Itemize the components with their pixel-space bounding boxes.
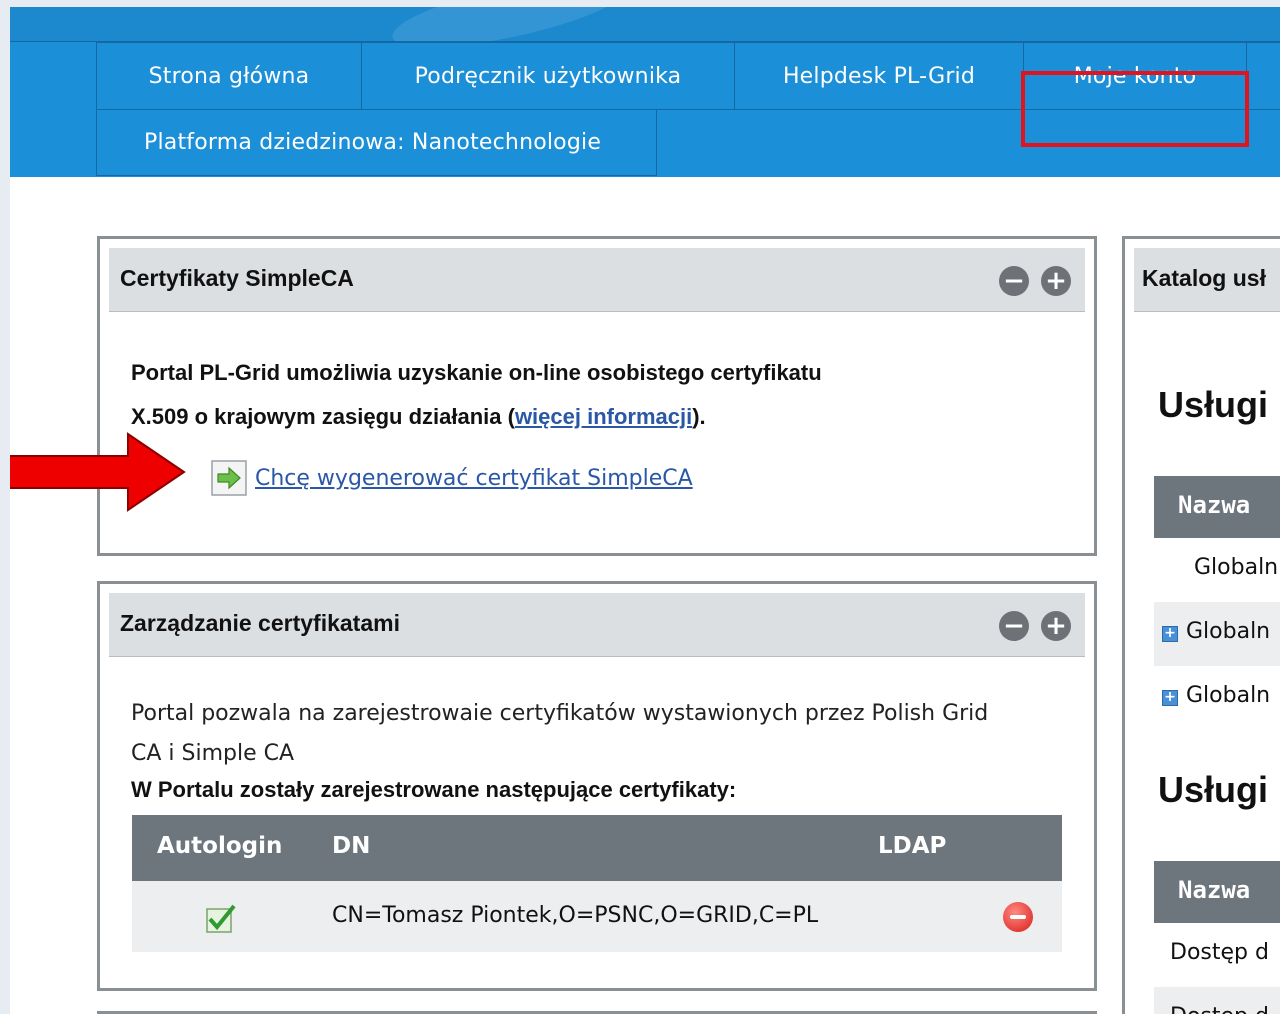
col-autologin: Autologin [157,833,283,859]
intro-line: Portal PL-Grid umożliwia uzyskanie on-li… [131,360,822,385]
services-table-header: Nazwa [1154,861,1280,923]
desc-line: CA i Simple CA [131,741,295,766]
generate-certificate-link[interactable]: Chcę wygenerować certyfikat SimpleCA [255,466,693,491]
minimize-icon[interactable]: − [999,611,1029,641]
green-arrow-icon [211,460,247,496]
cert-table-header: Autologin DN LDAP [132,815,1062,881]
col-name: Nazwa [1178,876,1251,904]
list-item: Globaln [1154,538,1280,603]
nav-tab-label: Moje konto [1073,63,1197,89]
registered-heading: W Portalu zostały zarejestrowane następu… [131,777,737,802]
nav-tab-label: Platforma dziedzinowa: Nanotechnologie [144,130,602,155]
list-item: Dostęp d [1154,923,1280,987]
more-info-link[interactable]: więcej informacji [515,404,692,429]
checkmark-icon [206,904,236,933]
main-navigation: Strona główna Podręcznik użytkownika Hel… [10,41,1280,177]
list-item-label: Dostęp d [1170,940,1269,965]
nav-tab-helpdesk[interactable]: Helpdesk PL-Grid [734,42,1024,110]
col-name: Nazwa [1178,491,1251,519]
portlet-title: Certyfikaty SimpleCA [120,265,354,291]
nav-tab-nanotech[interactable]: Platforma dziedzinowa: Nanotechnologie [96,109,657,176]
section-heading: Usługi [1158,384,1269,425]
page-canvas: Strona główna Podręcznik użytkownika Hel… [10,7,1280,1014]
portlet-header: Zarządzanie certyfikatami − + [109,593,1085,657]
services-table-header: Nazwa [1154,476,1280,538]
portlet-title: Zarządzanie certyfikatami [120,610,400,636]
col-ldap: LDAP [878,833,947,859]
intro-text: X.509 o krajowym zasięgu działania ( [131,404,515,429]
cert-table: Autologin DN LDAP CN=Tomasz Piontek,O=PS… [132,815,1062,952]
simpleca-intro: Portal PL-Grid umożliwia uzyskanie on-li… [131,351,822,439]
cert-management-portlet: Zarządzanie certyfikatami − + Portal poz… [97,581,1097,991]
table-row: CN=Tomasz Piontek,O=PSNC,O=GRID,C=PL [132,881,1062,952]
nav-tab-my-account[interactable]: Moje konto [1023,42,1247,110]
cert-dn: CN=Tomasz Piontek,O=PSNC,O=GRID,C=PL [332,903,819,928]
intro-line: X.509 o krajowym zasięgu działania (więc… [131,395,822,439]
section-heading: Usługi [1158,769,1269,810]
pointer-arrow [10,432,186,512]
col-dn: DN [332,833,371,859]
portlet-header: Katalog usł [1134,248,1280,312]
expand-icon[interactable]: + [1162,690,1178,706]
maximize-icon[interactable]: + [1041,611,1071,641]
minimize-icon[interactable]: − [999,266,1029,296]
list-item[interactable]: + Globaln [1154,666,1280,730]
nav-tab-label: Strona główna [148,63,310,89]
expand-icon[interactable]: + [1162,626,1178,642]
list-item-label: Globaln [1186,683,1271,708]
maximize-icon[interactable]: + [1041,266,1071,296]
desc-line: Portal pozwala na zarejestrowaie certyfi… [131,701,989,726]
intro-text: ). [692,404,706,429]
generate-certificate-action[interactable]: Chcę wygenerować certyfikat SimpleCA [211,459,693,497]
list-item-label: Globaln [1194,555,1279,580]
simpleca-portlet: Certyfikaty SimpleCA − + Portal PL-Grid … [97,236,1097,556]
nav-tab-user-manual[interactable]: Podręcznik użytkownika [361,42,735,110]
nav-tab-home[interactable]: Strona główna [96,42,362,110]
list-item[interactable]: + Globaln [1154,602,1280,666]
list-item-label: Globaln [1186,619,1271,644]
portlet-title: Katalog usł [1142,265,1266,291]
nav-tab-label: Podręcznik użytkownika [414,63,682,89]
cert-desc: Portal pozwala na zarejestrowaie certyfi… [131,694,988,774]
list-item: Dostęp d [1154,987,1280,1014]
nav-tab-label: Helpdesk PL-Grid [782,63,976,89]
list-item-label: Dostęp d [1170,1004,1269,1014]
catalog-portlet: Katalog usł Usługi Nazwa Globaln + Globa… [1122,236,1280,1014]
top-banner [10,7,1280,62]
nav-tab-extra[interactable] [1246,42,1280,110]
portlet-header: Certyfikaty SimpleCA − + [109,248,1085,312]
remove-icon[interactable] [1003,902,1033,932]
